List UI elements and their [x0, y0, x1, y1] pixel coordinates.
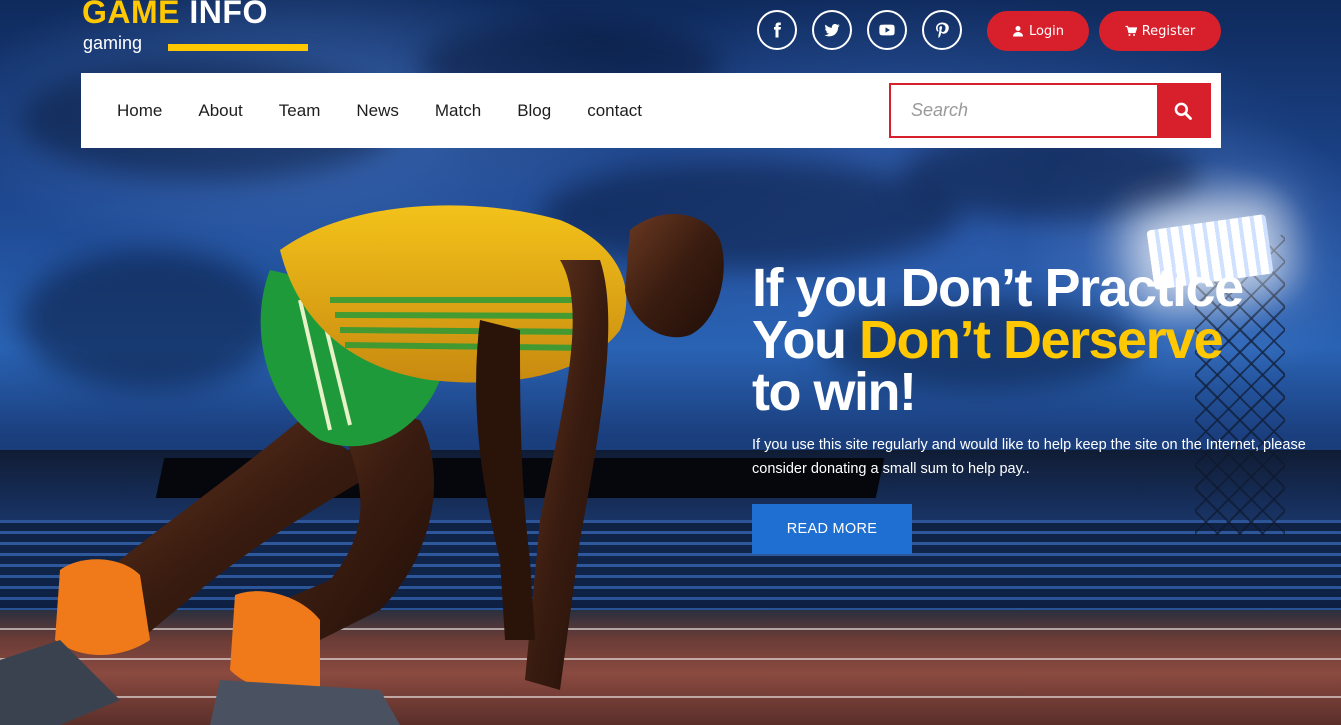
- youtube-link[interactable]: [867, 10, 907, 50]
- brand-title-part2: INFO: [189, 0, 268, 30]
- facebook-icon: [774, 22, 781, 38]
- social-links: [757, 10, 962, 50]
- nav-item-match[interactable]: Match: [435, 101, 481, 121]
- read-more-button[interactable]: READ MORE: [752, 504, 912, 554]
- search-button[interactable]: [1157, 85, 1209, 136]
- nav-links: Home About Team News Match Blog contact: [117, 73, 678, 148]
- search-input[interactable]: [891, 85, 1159, 136]
- brand-underline: [168, 44, 308, 51]
- main-navbar: Home About Team News Match Blog contact: [81, 73, 1221, 148]
- register-label: Register: [1141, 23, 1196, 39]
- register-button[interactable]: Register: [1099, 11, 1221, 51]
- pinterest-link[interactable]: [922, 10, 962, 50]
- brand-subtitle: gaming: [83, 33, 143, 53]
- nav-item-contact[interactable]: contact: [587, 101, 642, 121]
- nav-item-team[interactable]: Team: [279, 101, 321, 121]
- hero-title-line1: If you Don’t Practice: [752, 258, 1244, 318]
- search-box: [889, 83, 1211, 138]
- nav-item-news[interactable]: News: [356, 101, 399, 121]
- nav-item-about[interactable]: About: [198, 101, 242, 121]
- youtube-icon: [879, 24, 895, 36]
- facebook-link[interactable]: [757, 10, 797, 50]
- nav-item-blog[interactable]: Blog: [517, 101, 551, 121]
- hero-description: If you use this site regularly and would…: [752, 437, 1306, 477]
- cart-icon: [1125, 25, 1137, 36]
- hero-title-line3: to win!: [752, 362, 917, 422]
- nav-item-home[interactable]: Home: [117, 101, 162, 121]
- hero-title-line2-white: You: [752, 310, 847, 370]
- login-label: Login: [1028, 23, 1065, 39]
- twitter-link[interactable]: [812, 10, 852, 50]
- twitter-icon: [824, 23, 840, 37]
- brand-logo[interactable]: GAME INFO gaming: [82, 0, 312, 56]
- hero-title-highlight: Don’t Derserve: [859, 310, 1224, 370]
- search-icon: [1174, 102, 1192, 120]
- user-icon: [1012, 26, 1023, 37]
- hero-headline: If you Don’t Practice You Don’t Derserve…: [752, 261, 1341, 419]
- brand-title: GAME INFO: [82, 0, 268, 31]
- brand-title-part1: GAME: [82, 0, 180, 30]
- login-button[interactable]: Login: [987, 11, 1089, 51]
- pinterest-icon: [936, 22, 949, 39]
